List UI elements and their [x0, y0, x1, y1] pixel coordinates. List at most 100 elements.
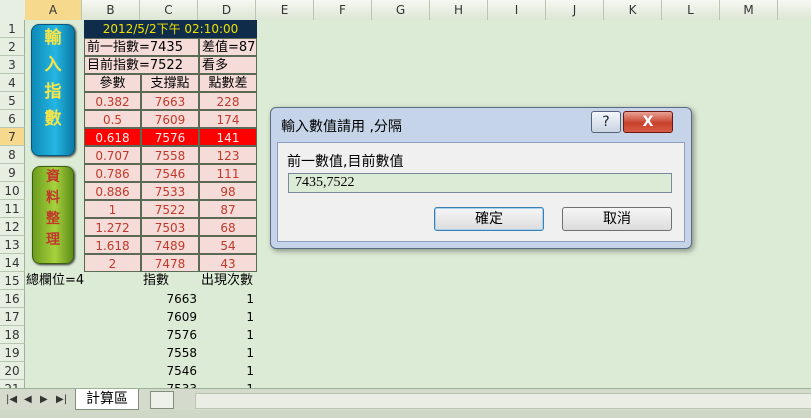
- table-cell[interactable]: 123: [199, 146, 257, 164]
- table-cell[interactable]: 0.382: [84, 92, 141, 110]
- close-button[interactable]: X: [623, 111, 673, 133]
- row-header[interactable]: 16: [0, 290, 25, 308]
- column-header[interactable]: H: [430, 0, 488, 20]
- total-columns-label[interactable]: 總欄位=4: [26, 272, 84, 290]
- prev-index-cell[interactable]: 前一指數=7435: [84, 38, 199, 56]
- column-header[interactable]: E: [256, 0, 314, 20]
- trend-cell[interactable]: 看多: [199, 56, 257, 74]
- support-header[interactable]: 支撐點: [141, 74, 199, 92]
- table-cell[interactable]: 7478: [141, 254, 199, 272]
- summary-count-cell[interactable]: 1: [199, 362, 254, 380]
- count-header[interactable]: 出現次數: [201, 272, 253, 290]
- summary-count-cell[interactable]: 1: [199, 326, 254, 344]
- column-header[interactable]: C: [140, 0, 198, 20]
- insert-sheet-icon[interactable]: [150, 391, 174, 409]
- column-header[interactable]: F: [314, 0, 372, 20]
- index-header[interactable]: 指數: [143, 272, 169, 290]
- data-organize-button[interactable]: 資 料 整 理: [32, 166, 74, 264]
- row-header[interactable]: 13: [0, 236, 25, 254]
- summary-count-cell[interactable]: 1: [199, 344, 254, 362]
- current-index-cell[interactable]: 目前指數=7522: [84, 56, 199, 74]
- summary-index-cell[interactable]: 7558: [141, 344, 197, 362]
- table-cell[interactable]: 0.886: [84, 182, 141, 200]
- help-button[interactable]: ?: [591, 111, 621, 133]
- prev-sheet-icon[interactable]: ◀: [24, 394, 32, 405]
- column-header[interactable]: I: [488, 0, 546, 20]
- table-cell[interactable]: 1.618: [84, 236, 141, 254]
- column-header[interactable]: M: [720, 0, 778, 20]
- table-cell[interactable]: 174: [199, 110, 257, 128]
- row-header[interactable]: 3: [0, 56, 25, 74]
- row-header[interactable]: 17: [0, 308, 25, 326]
- table-cell[interactable]: 87: [199, 200, 257, 218]
- value-input[interactable]: 7435,7522: [288, 173, 672, 193]
- sheet-tab-calc[interactable]: 計算區: [75, 389, 139, 410]
- column-header[interactable]: L: [662, 0, 720, 20]
- table-cell[interactable]: 111: [199, 164, 257, 182]
- row-header[interactable]: 18: [0, 326, 25, 344]
- summary-count-cell[interactable]: 1: [199, 290, 254, 308]
- table-cell[interactable]: 7576: [141, 128, 199, 146]
- ok-button[interactable]: 確定: [434, 207, 544, 231]
- table-cell[interactable]: 7522: [141, 200, 199, 218]
- table-cell[interactable]: 141: [199, 128, 257, 146]
- column-header[interactable]: D: [198, 0, 256, 20]
- param-header[interactable]: 參數: [84, 74, 141, 92]
- summary-index-cell[interactable]: 7663: [141, 290, 197, 308]
- row-header[interactable]: 10: [0, 182, 25, 200]
- table-cell[interactable]: 0.786: [84, 164, 141, 182]
- column-header[interactable]: A: [25, 0, 82, 20]
- row-header[interactable]: 6: [0, 110, 25, 128]
- row-header[interactable]: 7: [0, 128, 25, 146]
- column-header[interactable]: J: [546, 0, 604, 20]
- row-header[interactable]: 1: [0, 20, 25, 38]
- timestamp-banner[interactable]: 2012/5/2下午 02:10:00: [84, 20, 257, 38]
- table-cell[interactable]: 98: [199, 182, 257, 200]
- summary-index-cell[interactable]: 7609: [141, 308, 197, 326]
- points-diff-header[interactable]: 點數差: [199, 74, 257, 92]
- diff-cell[interactable]: 差值=87: [199, 38, 257, 56]
- row-header[interactable]: 2: [0, 38, 25, 56]
- table-cell[interactable]: 7546: [141, 164, 199, 182]
- table-cell[interactable]: 68: [199, 218, 257, 236]
- row-header[interactable]: 8: [0, 146, 25, 164]
- table-cell[interactable]: 0.5: [84, 110, 141, 128]
- summary-count-cell[interactable]: 1: [199, 308, 254, 326]
- input-index-button[interactable]: 輸 入 指 數: [31, 24, 75, 156]
- row-header[interactable]: 5: [0, 92, 25, 110]
- table-cell[interactable]: 7558: [141, 146, 199, 164]
- row-header[interactable]: 14: [0, 254, 25, 272]
- table-cell[interactable]: 7609: [141, 110, 199, 128]
- column-header[interactable]: G: [372, 0, 430, 20]
- row-header[interactable]: 11: [0, 200, 25, 218]
- table-cell[interactable]: 1: [84, 200, 141, 218]
- last-sheet-icon[interactable]: ▶|: [56, 394, 67, 405]
- select-all-corner[interactable]: [0, 0, 26, 20]
- input-button-char: 指: [44, 82, 62, 102]
- table-cell[interactable]: 0.618: [84, 128, 141, 146]
- summary-index-cell[interactable]: 7576: [141, 326, 197, 344]
- next-sheet-icon[interactable]: ▶: [40, 394, 48, 405]
- column-header[interactable]: B: [82, 0, 140, 20]
- table-cell[interactable]: 7503: [141, 218, 199, 236]
- table-cell[interactable]: 7533: [141, 182, 199, 200]
- table-cell[interactable]: 54: [199, 236, 257, 254]
- table-cell[interactable]: 43: [199, 254, 257, 272]
- table-cell[interactable]: 7663: [141, 92, 199, 110]
- row-header[interactable]: 9: [0, 164, 25, 182]
- summary-index-cell[interactable]: 7546: [141, 362, 197, 380]
- table-cell[interactable]: 228: [199, 92, 257, 110]
- table-cell[interactable]: 1.272: [84, 218, 141, 236]
- column-header[interactable]: K: [604, 0, 662, 20]
- horizontal-scrollbar[interactable]: [195, 393, 811, 409]
- table-cell[interactable]: 0.707: [84, 146, 141, 164]
- row-header[interactable]: 20: [0, 362, 25, 380]
- table-cell[interactable]: 7489: [141, 236, 199, 254]
- row-header[interactable]: 15: [0, 272, 25, 290]
- cancel-button[interactable]: 取消: [562, 207, 672, 231]
- row-header[interactable]: 12: [0, 218, 25, 236]
- table-cell[interactable]: 2: [84, 254, 141, 272]
- row-header[interactable]: 4: [0, 74, 25, 92]
- first-sheet-icon[interactable]: |◀: [6, 394, 17, 405]
- row-header[interactable]: 19: [0, 344, 25, 362]
